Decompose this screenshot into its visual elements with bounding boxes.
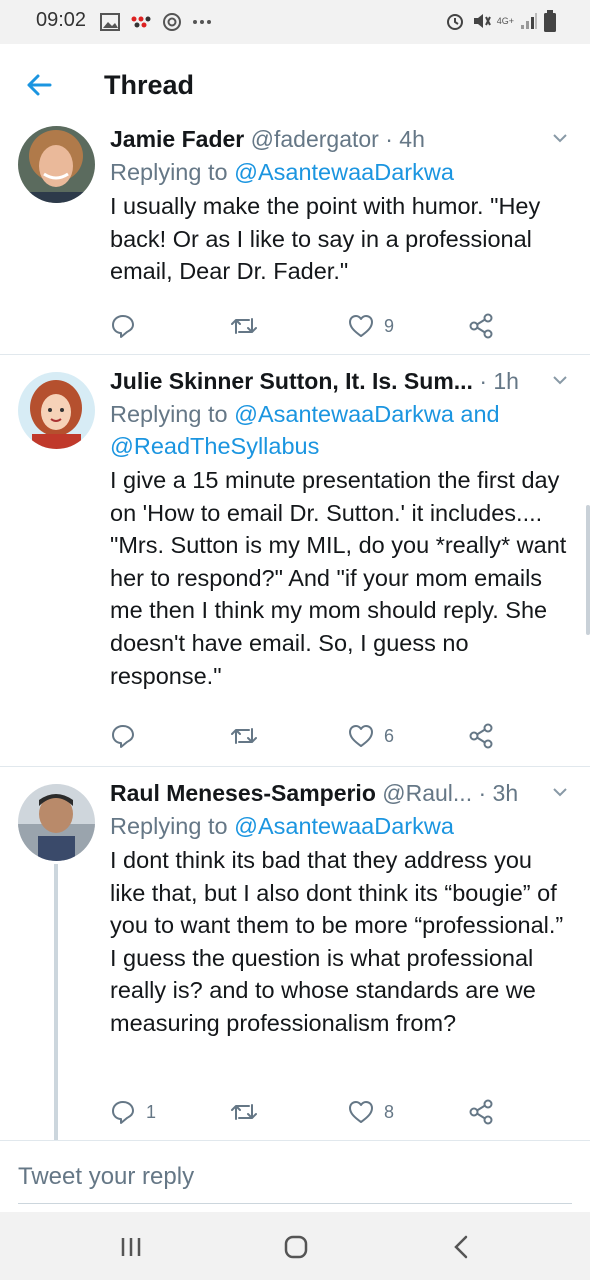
author-name[interactable]: Raul Meneses-Samperio (110, 780, 376, 806)
mention-link[interactable]: @AsantewaaDarkwa (234, 813, 454, 839)
share-icon (469, 723, 493, 749)
tweet-actions: 1 8 (110, 1098, 500, 1126)
tweet-item[interactable]: Julie Skinner Sutton, It. Is. Sum... · 1… (0, 368, 590, 764)
replying-prefix: Replying to (110, 401, 235, 427)
avatar[interactable] (18, 784, 95, 861)
share-button[interactable] (468, 312, 494, 340)
reply-button[interactable] (110, 312, 146, 340)
home-icon[interactable] (281, 1232, 311, 1262)
replying-to: Replying to @AsantewaaDarkwa (110, 156, 570, 188)
retweet-icon (231, 1104, 257, 1120)
tweet-item[interactable]: Jamie Fader @fadergator · 4h Replying to… (0, 126, 590, 354)
share-icon (469, 1099, 493, 1125)
replying-to: Replying to @AsantewaaDarkwa (110, 810, 570, 842)
chevron-down-icon[interactable] (550, 370, 570, 390)
tweet-text: I dont think its bad that they address y… (110, 847, 564, 1036)
reply-count: 1 (146, 1101, 157, 1122)
like-count: 8 (384, 1101, 395, 1122)
reply-button[interactable]: 1 (110, 1098, 156, 1126)
mention-link[interactable]: @AsantewaaDarkwa (234, 159, 454, 185)
share-button[interactable] (468, 1098, 494, 1126)
reply-input[interactable]: Tweet your reply (18, 1163, 194, 1191)
recents-icon[interactable] (116, 1232, 146, 1262)
replying-prefix: Replying to (110, 159, 235, 185)
like-icon (349, 1101, 373, 1123)
page-title: Thread (104, 70, 195, 100)
battery-icon (544, 10, 556, 32)
tweet-item[interactable]: Raul Meneses-Samperio @Raul... · 3h Repl… (0, 780, 590, 1140)
share-icon (469, 313, 493, 339)
divider (0, 766, 590, 767)
retweet-button[interactable] (230, 312, 268, 340)
thread-connector (54, 864, 58, 1140)
thread-header: Thread (0, 44, 590, 126)
like-count: 6 (384, 725, 395, 746)
back-icon[interactable] (447, 1232, 477, 1262)
system-nav-bar (0, 1212, 590, 1280)
author-name[interactable]: Jamie Fader (110, 126, 244, 152)
reply-composer[interactable]: Tweet your reply (0, 1140, 590, 1213)
like-icon (349, 725, 373, 747)
retweet-button[interactable] (230, 1098, 268, 1126)
at-sign-icon (163, 13, 181, 31)
retweet-button[interactable] (230, 722, 268, 750)
status-time: 09:02 (36, 9, 87, 31)
tweet-text: I usually make the point with humor. "He… (110, 193, 541, 285)
like-button[interactable]: 8 (348, 1098, 394, 1126)
tweet-time: · 1h (479, 368, 519, 394)
reply-icon (112, 1101, 134, 1124)
reply-input-underline (18, 1203, 572, 1204)
share-button[interactable] (468, 722, 494, 750)
divider (0, 354, 590, 355)
alarm-icon (446, 14, 463, 30)
author-handle[interactable]: @fadergator (251, 126, 379, 152)
avatar[interactable] (18, 126, 95, 203)
author-handle[interactable]: @Raul... (382, 780, 472, 806)
tweet-time: · 4h (385, 126, 425, 152)
retweet-icon (231, 318, 257, 334)
gallery-notification-icon (100, 13, 120, 31)
tweet-actions: 6 (110, 722, 500, 750)
tweet-header: Raul Meneses-Samperio @Raul... · 3h (110, 780, 570, 810)
like-button[interactable]: 9 (348, 312, 394, 340)
replying-to: Replying to @AsantewaaDarkwa and @ReadTh… (110, 398, 570, 462)
like-count: 9 (384, 315, 395, 336)
back-arrow-icon[interactable] (24, 70, 54, 100)
system-icons: 4G+ (445, 8, 556, 34)
network-type: 4G+ (496, 15, 514, 26)
tweet-time: · 3h (478, 780, 519, 806)
signal-icon (521, 13, 537, 29)
chevron-down-icon[interactable] (550, 128, 570, 148)
avatar[interactable] (18, 372, 95, 449)
replying-prefix: Replying to (110, 813, 235, 839)
more-notifications-icon (193, 20, 211, 24)
like-icon (349, 315, 373, 337)
tweet-actions: 9 (110, 312, 500, 340)
app-notification-icon (131, 16, 151, 28)
notification-icons (100, 10, 212, 34)
reply-button[interactable] (110, 722, 146, 750)
reply-icon (112, 725, 134, 748)
chevron-down-icon[interactable] (550, 782, 570, 802)
reply-icon (112, 315, 134, 338)
tweet-text: I give a 15 minute presentation the firs… (110, 467, 567, 689)
mute-icon (473, 14, 491, 28)
tweet-header: Julie Skinner Sutton, It. Is. Sum... · 1… (110, 368, 570, 398)
status-bar: 09:02 4G+ (0, 0, 590, 44)
tweet-header: Jamie Fader @fadergator · 4h (110, 126, 570, 156)
like-button[interactable]: 6 (348, 722, 394, 750)
scrollbar[interactable] (586, 505, 590, 635)
author-name[interactable]: Julie Skinner Sutton, It. Is. Sum... (110, 368, 473, 394)
retweet-icon (231, 728, 257, 744)
